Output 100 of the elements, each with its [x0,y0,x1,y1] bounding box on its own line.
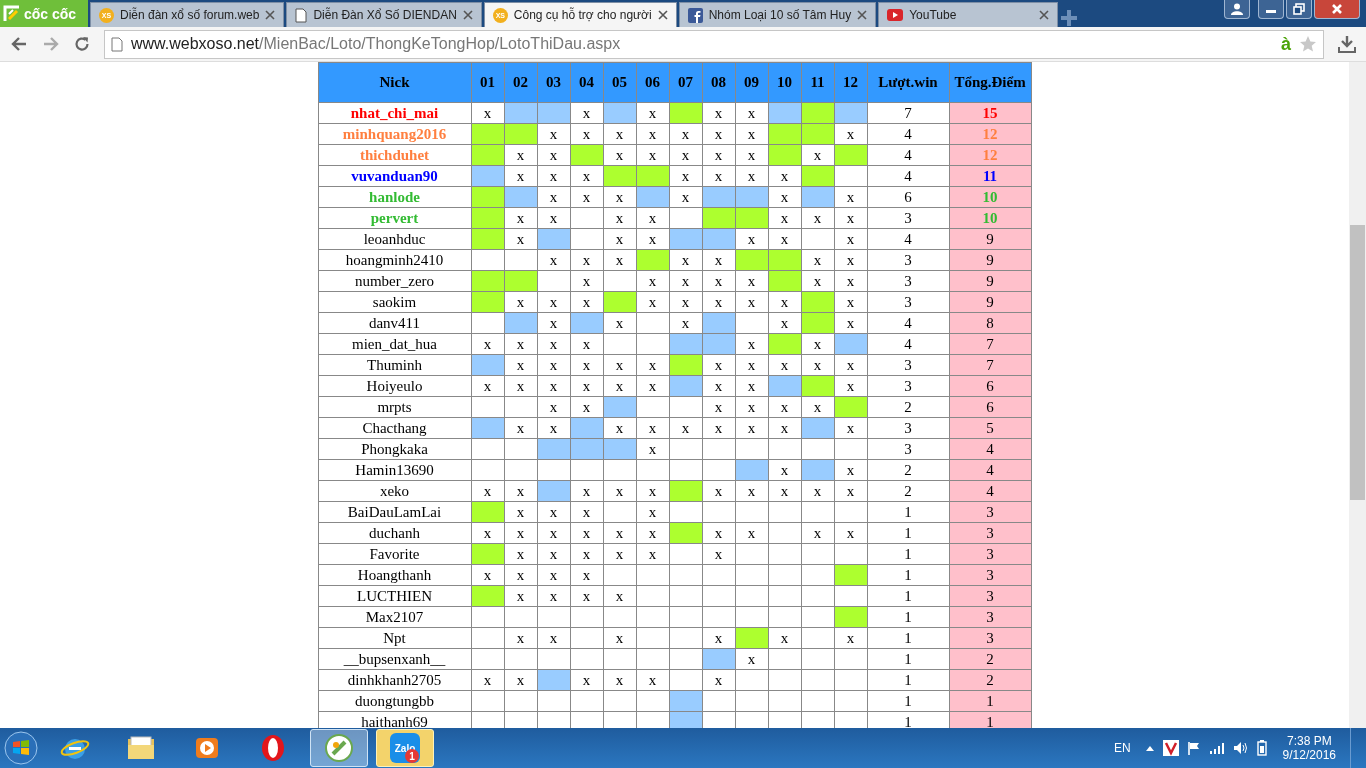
browser-tab[interactable]: YouTube [878,2,1059,27]
ring-icon [259,733,287,763]
close-icon[interactable] [462,10,473,20]
scrollbar-thumb[interactable] [1350,225,1365,500]
column-header[interactable]: 02 [504,62,537,103]
language-indicator[interactable]: EN [1113,741,1131,755]
table-cell: x [702,396,735,418]
scrollbar[interactable] [1349,62,1366,728]
column-header[interactable]: Tổng.Điểm [949,62,1031,103]
address-bar[interactable]: www.webxoso.net/MienBac/Loto/ThongKeTongHop/LotoThiDau.aspx à [104,29,1324,59]
table-cell: x [570,249,603,271]
clock-date[interactable]: 9/12/2016 [1282,748,1336,762]
table-cell: x [603,228,636,250]
column-header[interactable]: Lượt.win [867,62,949,103]
table-cell: 3 [867,291,949,313]
table-cell: x [603,543,636,565]
table-cell: x [768,354,801,376]
table-cell: x [471,102,504,124]
table-cell: x [504,144,537,166]
table-cell: x [537,522,570,544]
nick-cell: Chacthang [318,417,471,439]
column-header[interactable]: 08 [702,62,735,103]
flag-icon[interactable] [1186,741,1201,755]
table-cell: x [603,417,636,439]
new-tab-icon[interactable] [1060,9,1079,27]
table-cell: x [537,165,570,187]
column-header[interactable]: 11 [801,62,834,103]
table-cell: x [471,564,504,586]
table-cell: x [702,249,735,271]
table-cell: x [504,585,537,607]
signal-icon[interactable] [1208,742,1225,754]
table-cell: x [537,249,570,271]
brand-name: cốc cốc [24,5,77,22]
table-cell: x [636,417,669,439]
minimize-button[interactable] [1258,0,1284,19]
table-cell: x [537,501,570,523]
column-header[interactable]: 06 [636,62,669,103]
battery-icon[interactable] [1256,740,1267,756]
start-icon[interactable] [4,731,38,765]
table-cell: x [504,669,537,691]
nick-cell: xeko [318,480,471,502]
reload-icon[interactable] [74,36,90,52]
table-cell: x [504,501,537,523]
table-cell: x [603,669,636,691]
table-cell: x [636,123,669,145]
nick-cell: duongtungbb [318,690,471,712]
nick-cell: LUCTHIEN [318,585,471,607]
up-arrow-icon[interactable] [1144,744,1155,752]
table-cell: x [570,186,603,208]
table-cell: x [570,564,603,586]
table-cell: x [834,123,867,145]
table-cell: x [834,207,867,229]
column-header[interactable]: 09 [735,62,768,103]
column-header[interactable]: 10 [768,62,801,103]
table-cell: x [504,522,537,544]
table-cell: x [702,375,735,397]
column-header[interactable]: 04 [570,62,603,103]
column-header[interactable]: 03 [537,62,570,103]
table-cell: x [636,228,669,250]
nick-cell: pervert [318,207,471,229]
close-icon[interactable] [857,10,868,20]
close-icon[interactable] [1039,10,1050,20]
table-cell: x [603,627,636,649]
column-header[interactable]: 01 [471,62,504,103]
clock-time[interactable]: 7:38 PM [1286,734,1332,748]
column-header[interactable]: 07 [669,62,702,103]
table-cell: x [504,480,537,502]
star-icon[interactable] [1299,35,1317,53]
table-cell: x [735,396,768,418]
download-icon[interactable] [1338,35,1356,53]
column-header[interactable]: 05 [603,62,636,103]
table-cell: x [570,354,603,376]
close-icon[interactable] [265,10,276,20]
table-cell: x [570,669,603,691]
close-window-button[interactable] [1314,0,1360,19]
table-cell: x [669,123,702,145]
table-cell: x [537,564,570,586]
table-cell: 4 [867,228,949,250]
browser-tab[interactable]: Diễn Đàn Xổ Số DIENDAN [286,2,482,27]
table-cell: x [669,312,702,334]
nick-cell: Phongkaka [318,438,471,460]
table-cell: x [471,375,504,397]
column-header[interactable]: 12 [834,62,867,103]
profile-button[interactable] [1224,0,1250,19]
table-cell: x [801,396,834,418]
table-cell: x [702,123,735,145]
back-icon[interactable] [10,36,28,52]
column-header[interactable]: Nick [318,62,471,103]
restore-button[interactable] [1286,0,1312,19]
table-cell: x [768,165,801,187]
table-cell: x [570,585,603,607]
table-cell: 2 [867,480,949,502]
table-cell: x [834,375,867,397]
speaker-icon[interactable] [1232,741,1249,755]
table-cell: x [768,291,801,313]
close-icon[interactable] [657,10,668,20]
taskbar-app[interactable] [310,729,368,767]
table-cell: x [834,312,867,334]
browser-tab[interactable]: Nhóm Loại 10 số Tâm Huy [678,2,877,27]
table-cell: x [603,312,636,334]
